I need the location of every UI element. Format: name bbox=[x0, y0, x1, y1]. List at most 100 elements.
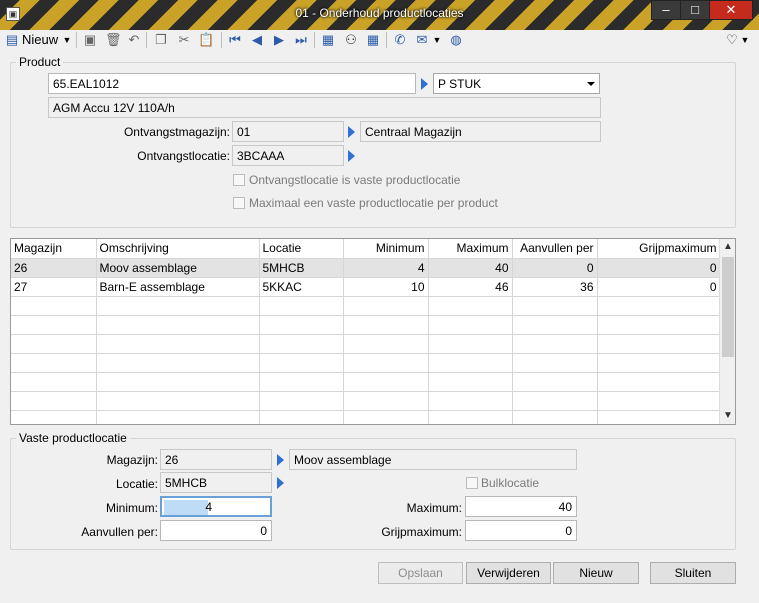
first-record-icon[interactable]: ⏮ bbox=[228, 31, 242, 49]
save-button[interactable]: Opslaan bbox=[378, 562, 463, 584]
globe-icon[interactable]: ◍ bbox=[447, 31, 465, 49]
column-header[interactable]: Omschrijving bbox=[96, 239, 260, 259]
column-header[interactable]: Maximum bbox=[428, 239, 513, 259]
table-cell[interactable]: 5KKAC bbox=[259, 277, 344, 297]
maximum-label: Maximum: bbox=[406, 501, 462, 515]
undo-icon[interactable]: ↶ bbox=[126, 31, 142, 49]
previous-record-icon[interactable]: ◀ bbox=[250, 31, 264, 49]
table-cell[interactable]: 40 bbox=[428, 258, 513, 278]
table-cell[interactable]: 10 bbox=[343, 277, 429, 297]
last-record-icon[interactable]: ⏭ bbox=[294, 31, 308, 49]
fixed-location-code-field: 5MHCB bbox=[160, 472, 272, 493]
unit-select[interactable]: P STUK bbox=[433, 73, 600, 94]
favorite-dropdown-icon[interactable]: ▼ bbox=[740, 31, 750, 49]
product-description-field: AGM Accu 12V 110A/h bbox=[48, 97, 601, 118]
table-cell[interactable]: 0 bbox=[597, 258, 721, 278]
table-cell[interactable]: 4 bbox=[343, 258, 429, 278]
receiving-warehouse-name-field: Centraal Magazijn bbox=[360, 121, 601, 142]
column-header[interactable]: Magazijn bbox=[11, 239, 97, 259]
mail-icon[interactable]: ✉ bbox=[414, 31, 430, 49]
table-cell[interactable]: 0 bbox=[597, 277, 721, 297]
close-window-button[interactable]: ✕ bbox=[709, 0, 753, 20]
column-header[interactable]: Minimum bbox=[343, 239, 429, 259]
delete-button[interactable]: Verwijderen bbox=[466, 562, 551, 584]
chevron-down-icon bbox=[587, 82, 595, 86]
empty-row bbox=[11, 410, 721, 424]
favorite-heart-icon[interactable]: ♡ bbox=[724, 31, 740, 49]
warehouse-lookup-arrow-icon[interactable] bbox=[348, 126, 355, 138]
binoculars-icon[interactable]: ⚇ bbox=[342, 31, 360, 49]
minimum-label: Minimum: bbox=[105, 501, 158, 515]
minimum-input-value: 4 bbox=[205, 500, 212, 514]
paste-icon[interactable]: 📋 bbox=[198, 31, 214, 49]
product-code-field[interactable]: 65.EAL1012 bbox=[48, 73, 416, 94]
empty-row bbox=[11, 391, 721, 411]
refill-input[interactable]: 0 bbox=[160, 520, 272, 541]
table-row[interactable]: 26 Moov assemblage 5MHCB 4 40 0 0 bbox=[11, 258, 721, 278]
table-cell[interactable]: Moov assemblage bbox=[96, 258, 260, 278]
scrollbar-thumb[interactable] bbox=[722, 257, 734, 357]
table-cell[interactable]: 27 bbox=[11, 277, 97, 297]
scroll-up-icon[interactable]: ▲ bbox=[720, 239, 735, 255]
column-header[interactable]: Aanvullen per bbox=[512, 239, 598, 259]
delete-icon[interactable]: 🗑 bbox=[105, 31, 122, 49]
maximum-input[interactable]: 40 bbox=[465, 496, 577, 517]
scroll-down-icon[interactable]: ▼ bbox=[720, 408, 735, 424]
receiving-location-field: 3BCAAA bbox=[232, 145, 344, 166]
max-one-fixed-checkbox[interactable] bbox=[233, 197, 245, 209]
fixed-location-label: Locatie: bbox=[115, 477, 158, 491]
table-row[interactable]: 27 Barn-E assemblage 5KKAC 10 46 36 0 bbox=[11, 277, 721, 297]
product-lookup-arrow-icon[interactable] bbox=[421, 78, 428, 90]
table-cell[interactable]: 5MHCB bbox=[259, 258, 344, 278]
maximize-button[interactable]: □ bbox=[680, 0, 710, 20]
empty-row bbox=[11, 296, 721, 316]
column-header[interactable]: Grijpmaximum bbox=[597, 239, 721, 259]
table-scrollbar[interactable]: ▲ ▼ bbox=[719, 239, 735, 424]
empty-row bbox=[11, 372, 721, 392]
location-lookup-arrow-icon[interactable] bbox=[348, 150, 355, 162]
next-record-icon[interactable]: ▶ bbox=[272, 31, 286, 49]
minimize-button[interactable]: – bbox=[651, 0, 681, 20]
phone-icon[interactable]: ✆ bbox=[392, 31, 408, 49]
column-header[interactable]: Locatie bbox=[259, 239, 344, 259]
new-button[interactable]: Nieuw bbox=[22, 31, 62, 49]
fixed-location-group-label: Vaste productlocatie bbox=[16, 431, 130, 445]
bulk-location-label: Bulklocatie bbox=[481, 476, 540, 490]
unit-select-value: P STUK bbox=[438, 77, 482, 91]
mail-dropdown-icon[interactable]: ▼ bbox=[432, 31, 442, 49]
receiving-is-fixed-checkbox[interactable] bbox=[233, 174, 245, 186]
new-record-button[interactable]: Nieuw bbox=[553, 562, 639, 584]
receiving-location-label: Ontvangstlocatie: bbox=[137, 149, 230, 163]
receiving-warehouse-code-field: 01 bbox=[232, 121, 344, 142]
product-group-label: Product bbox=[16, 55, 64, 69]
table-cell[interactable]: 0 bbox=[512, 258, 598, 278]
fixed-location-lookup-arrow-icon[interactable] bbox=[277, 477, 284, 489]
refill-label: Aanvullen per: bbox=[81, 525, 158, 539]
grab-maximum-input[interactable]: 0 bbox=[465, 520, 577, 541]
fixed-warehouse-lookup-arrow-icon[interactable] bbox=[277, 454, 284, 466]
cut-icon[interactable]: ✂ bbox=[176, 31, 192, 49]
table-cell[interactable]: 36 bbox=[512, 277, 598, 297]
minimum-input[interactable]: 4 bbox=[160, 496, 272, 517]
bulk-location-checkbox[interactable] bbox=[466, 477, 478, 489]
save-icon[interactable]: ▣ bbox=[82, 31, 98, 49]
copy-icon[interactable]: ❐ bbox=[153, 31, 169, 49]
receiving-warehouse-label: Ontvangstmagazijn: bbox=[123, 125, 230, 139]
fixed-warehouse-name-field: Moov assemblage bbox=[289, 449, 577, 470]
table-header-row: Magazijn Omschrijving Locatie Minimum Ma… bbox=[11, 239, 721, 259]
fixed-warehouse-code-field: 26 bbox=[160, 449, 272, 470]
table-cell[interactable]: 46 bbox=[428, 277, 513, 297]
max-one-fixed-label: Maximaal een vaste productlocatie per pr… bbox=[249, 196, 498, 210]
new-dropdown-icon[interactable]: ▼ bbox=[62, 31, 72, 49]
selection-highlight bbox=[164, 500, 208, 515]
new-record-icon[interactable]: ▤ bbox=[5, 31, 19, 49]
locations-table[interactable]: Magazijn Omschrijving Locatie Minimum Ma… bbox=[10, 238, 736, 425]
table-cell[interactable]: Barn-E assemblage bbox=[96, 277, 260, 297]
empty-row bbox=[11, 353, 721, 373]
excel-icon[interactable]: ▦ bbox=[320, 31, 336, 49]
title-bar: ▣ 01 - Onderhoud productlocaties – □ ✕ bbox=[0, 0, 759, 30]
table-cell[interactable]: 26 bbox=[11, 258, 97, 278]
close-button[interactable]: Sluiten bbox=[650, 562, 736, 584]
table-icon[interactable]: ▦ bbox=[364, 31, 382, 49]
toolbar: ▤ Nieuw ▼ ▣ 🗑 ↶ ❐ ✂ 📋 ⏮ ◀ ▶ ⏭ ▦ ⚇ ▦ ✆ ✉ … bbox=[0, 30, 759, 50]
